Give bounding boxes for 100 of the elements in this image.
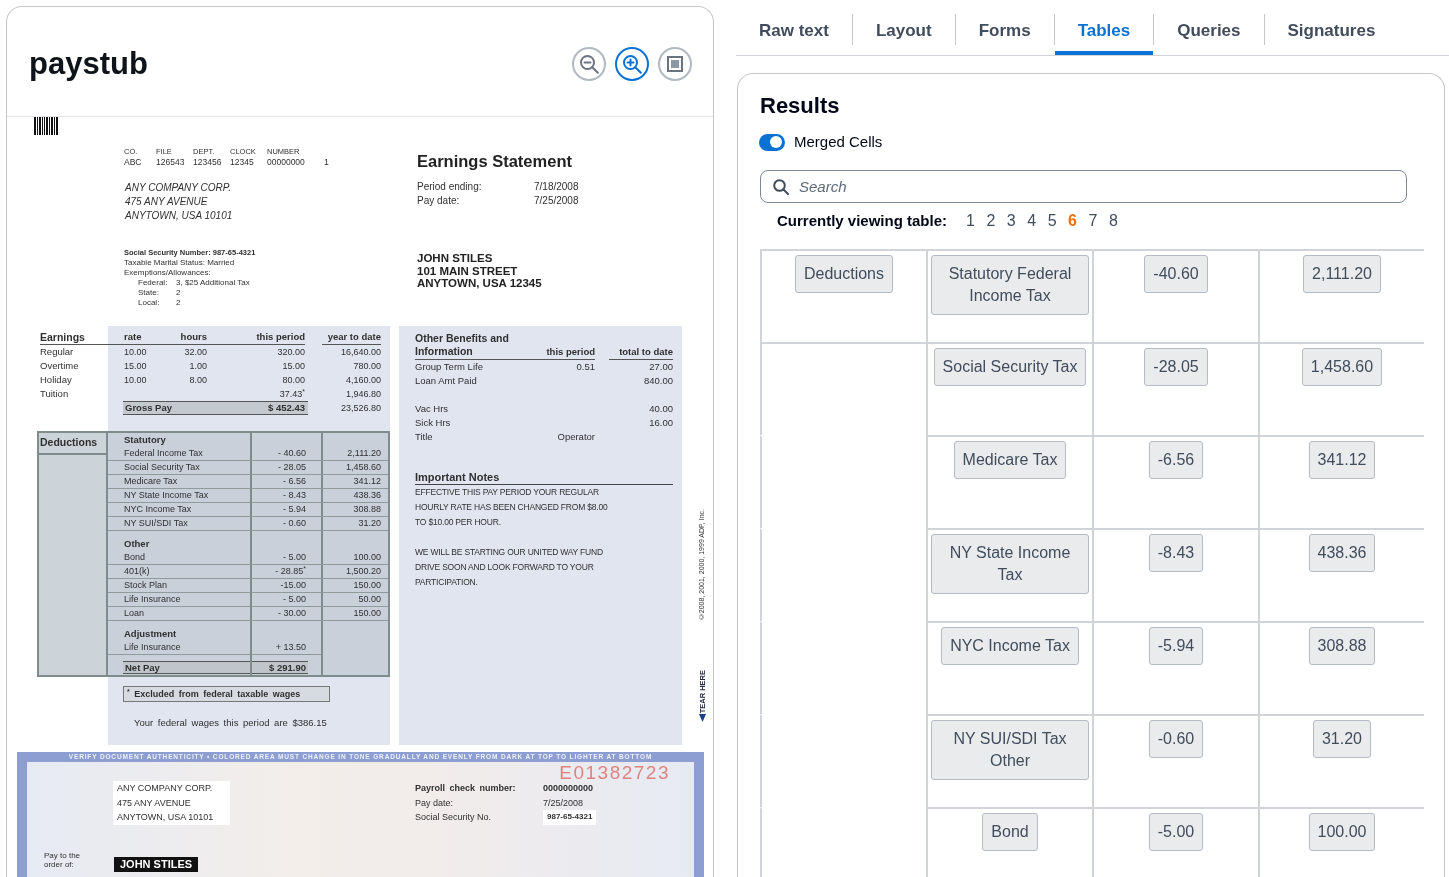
- zoom-out-icon: [579, 53, 599, 74]
- deduction-name: NY State Income Tax: [108, 489, 250, 503]
- barcode-icon: [34, 117, 58, 135]
- deduction-amount: + 13.50: [250, 641, 321, 655]
- table-number-link[interactable]: 7: [1088, 212, 1098, 230]
- deduction-ytd: 100.00: [321, 551, 388, 565]
- tab[interactable]: Tables: [1054, 6, 1154, 55]
- column-heading: year to date: [322, 331, 381, 345]
- deduction-name: Loan: [108, 607, 250, 621]
- allowance-value: 2: [176, 298, 181, 308]
- check-serial-number: E01382723: [559, 765, 670, 781]
- tab[interactable]: Raw text: [736, 6, 852, 55]
- table-cell-value: Statutory Federal Income Tax: [931, 255, 1089, 315]
- deduction-amount: - 28.85$^{*}$: [250, 565, 321, 579]
- table-number-link[interactable]: 5: [1047, 212, 1057, 230]
- hours-value: 8.00: [188, 374, 207, 387]
- table-number-link[interactable]: 4: [1027, 212, 1037, 230]
- table-cell-value: NY SUI/SDI Tax Other: [931, 720, 1089, 780]
- field-value: 00000000: [267, 157, 306, 168]
- earning-type: Tuition: [40, 387, 69, 401]
- detail-value: 987-65-4321: [543, 810, 597, 825]
- deduction-name: Bond: [108, 551, 250, 565]
- deduction-ytd: 1,458.60: [321, 461, 388, 475]
- allowance-label: State:: [138, 288, 160, 298]
- address-line: ANY COMPANY CORP.: [125, 181, 231, 195]
- table-cell-value: Deductions: [794, 255, 893, 293]
- allowance-label: Federal:: [138, 278, 169, 288]
- address-line: 101 MAIN STREET: [417, 264, 518, 277]
- benefit-label: Title: [415, 430, 434, 444]
- tab[interactable]: Layout: [852, 6, 955, 55]
- address-line: JOHN STILES: [417, 252, 493, 265]
- deduction-name: Social Security Tax: [108, 461, 250, 475]
- merged-cells-toggle[interactable]: [759, 133, 785, 151]
- table-picker-label: Currently viewing table:: [777, 212, 948, 230]
- table-cell-value: -8.43: [1148, 534, 1204, 572]
- deduction-ytd: 150.00: [321, 607, 388, 621]
- benefit-total: 840.00: [642, 374, 673, 388]
- table-number-link[interactable]: 2: [986, 212, 996, 230]
- search-field[interactable]: Search: [760, 170, 1407, 203]
- table-cell-value: -28.05: [1144, 348, 1208, 386]
- ytd-value: 23,526.80: [339, 402, 381, 415]
- payee-name: JOHN STILES: [114, 856, 199, 872]
- framed-square-icon: [667, 55, 683, 72]
- detail-value: 7/25/2008: [543, 796, 584, 810]
- date-label: Period ending:: [417, 180, 483, 194]
- amount-value: 80.00: [281, 374, 305, 387]
- deduction-name: Stock Plan: [108, 579, 250, 593]
- fit-page-button[interactable]: [658, 46, 692, 81]
- results-heading: Results: [760, 92, 840, 120]
- field-value: 126543: [156, 157, 186, 168]
- zoom-out-button[interactable]: [572, 46, 606, 81]
- tab[interactable]: Queries: [1154, 6, 1264, 55]
- benefit-total: 40.00: [648, 402, 673, 416]
- table-number-link[interactable]: 1: [966, 212, 975, 230]
- allowance-value: 3, $25 Additional Tax: [176, 278, 250, 288]
- tab[interactable]: Signatures: [1264, 6, 1399, 55]
- marital-status-text: Taxable Marital Status: Married: [124, 258, 235, 268]
- table-cell-value: 438.36: [1308, 534, 1376, 572]
- exemptions-label: Exemptions/Allowances:: [124, 268, 211, 278]
- table-cell-value: -40.60: [1144, 255, 1208, 293]
- earning-type: Holiday: [40, 373, 72, 387]
- earning-type: Regular: [40, 345, 74, 359]
- deductions-heading: Deductions: [39, 433, 106, 455]
- rate-value: 10.00: [123, 374, 148, 387]
- column-heading: this period: [535, 346, 595, 360]
- table-number-link[interactable]: 8: [1108, 212, 1118, 230]
- table-cell-value: Medicare Tax: [953, 441, 1067, 479]
- zoom-in-button[interactable]: [615, 46, 649, 81]
- field-value: 123456: [193, 157, 223, 168]
- zoom-in-icon: [622, 53, 642, 74]
- rate-value: 10.00: [123, 346, 148, 359]
- deduction-ytd: 341.12: [321, 475, 388, 489]
- deduction-ytd: 150.00: [321, 579, 388, 593]
- toggle-label: Merged Cells: [794, 133, 883, 151]
- amount-value: 15.00: [281, 360, 305, 373]
- gross-pay-label: Gross Pay: [123, 401, 207, 415]
- table-cell-value: -0.60: [1148, 720, 1204, 758]
- benefit-label: Loan Amt Paid: [415, 374, 478, 388]
- deduction-amount: - 5.00: [250, 551, 321, 565]
- detail-label: Pay date:: [415, 796, 454, 810]
- table-cell-value: 341.12: [1308, 441, 1376, 479]
- address-line: 475 ANY AVENUE: [117, 796, 191, 810]
- address-line: ANYTOWN, USA 12345: [417, 277, 542, 290]
- deduction-amount: - 5.94: [250, 503, 321, 517]
- rate-value: 15.00: [123, 360, 148, 373]
- table-cell-value: NYC Income Tax: [941, 627, 1079, 665]
- table-cell-value: 1,458.60: [1301, 348, 1383, 386]
- benefit-total: 27.00: [648, 360, 673, 374]
- deduction-amount: - 8.43: [250, 489, 321, 503]
- deduction-amount: -15.00: [250, 579, 321, 593]
- deduction-name: Life Insurance: [108, 593, 250, 607]
- payee-label: Pay to the order of:: [44, 850, 82, 871]
- table-number-link[interactable]: 3: [1006, 212, 1016, 230]
- triangle-icon: [698, 713, 706, 722]
- footnote-box: $^{*}$ Excluded from federal taxable wages: [123, 686, 330, 702]
- document-title: paystub: [29, 45, 148, 82]
- field-value: 1: [324, 157, 330, 168]
- benefit-label: Vac Hrs: [415, 402, 450, 416]
- tab[interactable]: Forms: [955, 6, 1054, 55]
- gross-pay-amount: $ 452.43: [207, 401, 308, 415]
